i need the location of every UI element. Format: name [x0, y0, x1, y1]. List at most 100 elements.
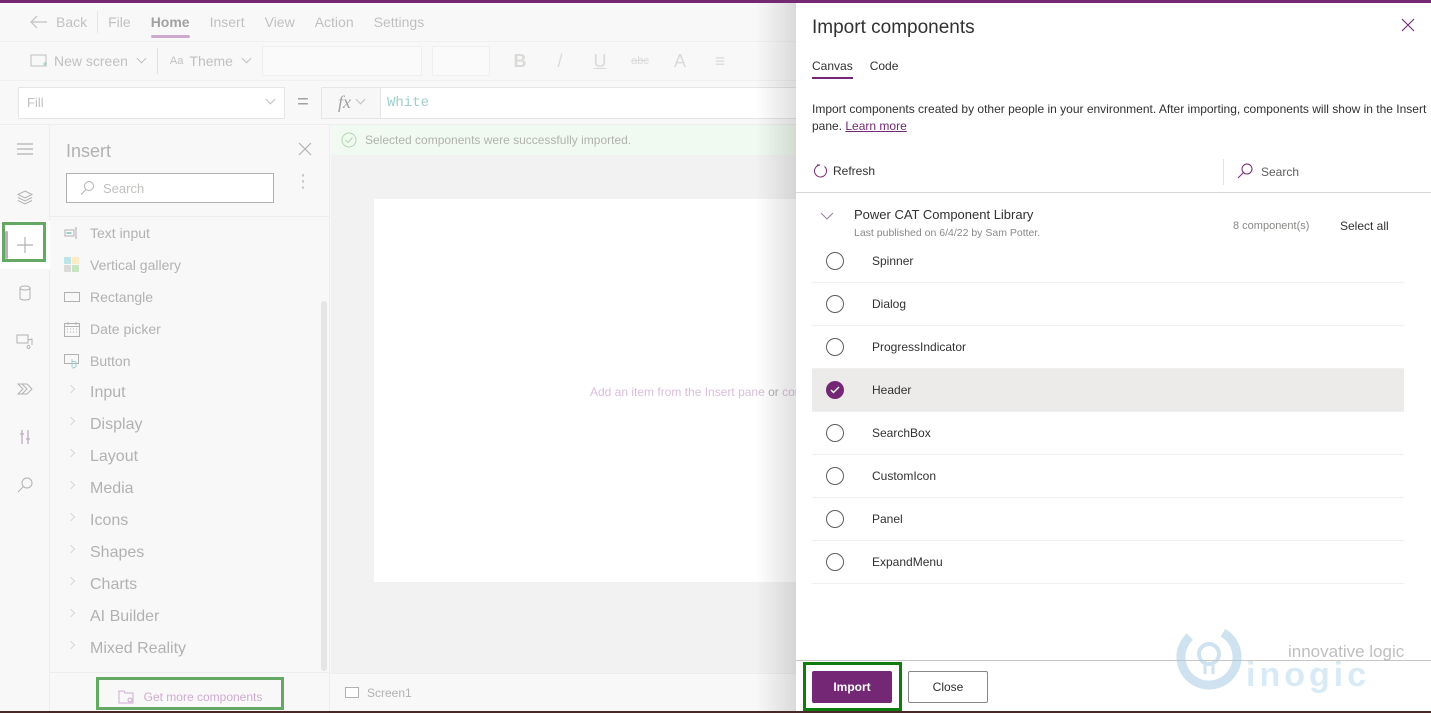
- component-list: Spinner Dialog ProgressIndicator Header …: [812, 240, 1404, 584]
- rail-media[interactable]: [0, 317, 50, 365]
- menu-insert[interactable]: Insert: [200, 3, 255, 41]
- category-icons[interactable]: Icons: [50, 505, 322, 537]
- font-color-button[interactable]: A: [660, 51, 700, 72]
- component-search-input[interactable]: Search: [1236, 163, 1299, 180]
- strikethrough-button[interactable]: abc: [620, 55, 660, 67]
- close-icon[interactable]: [297, 141, 313, 157]
- screen-tab[interactable]: Screen1: [367, 686, 412, 700]
- rail-insert[interactable]: [0, 221, 50, 269]
- canvas-area: Selected components were successfully im…: [331, 125, 796, 673]
- radio-unchecked-icon[interactable]: [826, 510, 844, 528]
- category-shapes[interactable]: Shapes: [50, 537, 322, 569]
- chevron-right-icon: [66, 480, 76, 490]
- new-screen-label: New screen: [54, 53, 128, 69]
- insert-item-date-picker[interactable]: Date picker: [50, 313, 322, 345]
- component-row[interactable]: Spinner: [812, 240, 1404, 283]
- menu-view[interactable]: View: [255, 3, 305, 41]
- radio-checked-icon[interactable]: [826, 381, 844, 399]
- component-row[interactable]: Header: [812, 369, 1404, 412]
- fx-button[interactable]: fx: [321, 86, 381, 119]
- learn-more-link[interactable]: Learn more: [845, 119, 906, 133]
- insert-item-label: Vertical gallery: [90, 257, 182, 273]
- category-ai-builder[interactable]: AI Builder: [50, 601, 322, 633]
- category-label: Layout: [90, 448, 139, 465]
- component-row[interactable]: Panel: [812, 498, 1404, 541]
- component-row[interactable]: Dialog: [812, 283, 1404, 326]
- rail-search[interactable]: [0, 461, 50, 509]
- component-row[interactable]: ExpandMenu: [812, 541, 1404, 584]
- power-apps-studio: Back File Home Insert View Action Settin…: [0, 3, 796, 711]
- refresh-button[interactable]: Refresh: [812, 163, 875, 179]
- tab-canvas[interactable]: Canvas: [812, 59, 853, 79]
- underline-button[interactable]: U: [580, 51, 620, 72]
- insert-search-input[interactable]: Search: [66, 173, 274, 203]
- insert-pane-scrollbar[interactable]: [321, 301, 327, 671]
- category-charts[interactable]: Charts: [50, 569, 322, 601]
- success-message: Selected components were successfully im…: [365, 133, 632, 147]
- chevron-right-icon: [66, 384, 76, 394]
- category-label: Charts: [90, 576, 138, 593]
- menu-home[interactable]: Home: [141, 3, 200, 41]
- property-value: Fill: [27, 95, 44, 110]
- property-dropdown[interactable]: Fill: [18, 86, 285, 119]
- radio-unchecked-icon[interactable]: [826, 553, 844, 571]
- radio-unchecked-icon[interactable]: [826, 467, 844, 485]
- chevron-right-icon: [66, 608, 76, 618]
- menu-action[interactable]: Action: [305, 3, 364, 41]
- radio-unchecked-icon[interactable]: [826, 295, 844, 313]
- insert-list: Text input Vertical gallery Rectangle Da…: [50, 217, 322, 665]
- insert-item-text-input[interactable]: Text input: [50, 217, 322, 249]
- radio-unchecked-icon[interactable]: [826, 338, 844, 356]
- canvas-screen[interactable]: Add an item from the Insert pane or conn…: [374, 199, 796, 582]
- new-screen-button[interactable]: New screen: [30, 53, 157, 69]
- insert-item-label: Rectangle: [90, 289, 154, 305]
- component-row[interactable]: SearchBox: [812, 412, 1404, 455]
- italic-button[interactable]: /: [540, 51, 580, 72]
- insert-pane-footer: Get more components: [50, 672, 329, 711]
- search-icon: [17, 477, 33, 493]
- rail-menu[interactable]: [0, 125, 50, 173]
- category-input[interactable]: Input: [50, 377, 322, 409]
- font-family-dropdown[interactable]: [261, 46, 422, 76]
- hint-connect-link[interactable]: conne: [782, 385, 796, 399]
- component-name: Panel: [872, 512, 903, 526]
- align-button[interactable]: ≡: [700, 51, 740, 72]
- component-row[interactable]: ProgressIndicator: [812, 326, 1404, 369]
- category-layout[interactable]: Layout: [50, 441, 322, 473]
- get-more-components-button[interactable]: Get more components: [98, 682, 282, 711]
- bold-button[interactable]: B: [500, 51, 540, 72]
- close-button[interactable]: Close: [908, 671, 988, 703]
- select-all-button[interactable]: Select all: [1340, 219, 1389, 233]
- rail-tree-view[interactable]: [0, 173, 50, 221]
- component-name: ProgressIndicator: [872, 340, 967, 354]
- back-button[interactable]: Back: [30, 11, 99, 33]
- category-label: Mixed Reality: [90, 640, 187, 657]
- insert-item-vertical-gallery[interactable]: Vertical gallery: [50, 249, 322, 281]
- category-display[interactable]: Display: [50, 409, 322, 441]
- left-rail: [0, 125, 50, 711]
- menu-file[interactable]: File: [98, 3, 141, 41]
- insert-item-rectangle[interactable]: Rectangle: [50, 281, 322, 313]
- category-mixed-reality[interactable]: Mixed Reality: [50, 633, 322, 665]
- theme-button[interactable]: Aa Theme: [170, 53, 262, 69]
- layers-icon: [16, 190, 34, 205]
- tab-code[interactable]: Code: [870, 59, 899, 79]
- radio-unchecked-icon[interactable]: [826, 424, 844, 442]
- insert-item-button[interactable]: Button: [50, 345, 322, 377]
- radio-unchecked-icon[interactable]: [826, 252, 844, 270]
- import-button[interactable]: Import: [812, 671, 892, 703]
- text-input-icon: [64, 227, 77, 239]
- chevron-down-icon[interactable]: [820, 211, 834, 221]
- more-options-icon[interactable]: ⋮: [294, 172, 312, 190]
- formula-input[interactable]: White: [381, 86, 796, 119]
- rail-advanced-tools[interactable]: [0, 413, 50, 461]
- rail-data[interactable]: [0, 269, 50, 317]
- font-size-dropdown[interactable]: [431, 46, 490, 76]
- rail-power-automate[interactable]: [0, 365, 50, 413]
- component-row[interactable]: CustomIcon: [812, 455, 1404, 498]
- close-icon[interactable]: [1401, 18, 1415, 32]
- hint-insert-link[interactable]: Add an item from the Insert pane: [590, 385, 765, 399]
- category-media[interactable]: Media: [50, 473, 322, 505]
- theme-label: Theme: [189, 53, 233, 69]
- menu-settings[interactable]: Settings: [364, 3, 435, 41]
